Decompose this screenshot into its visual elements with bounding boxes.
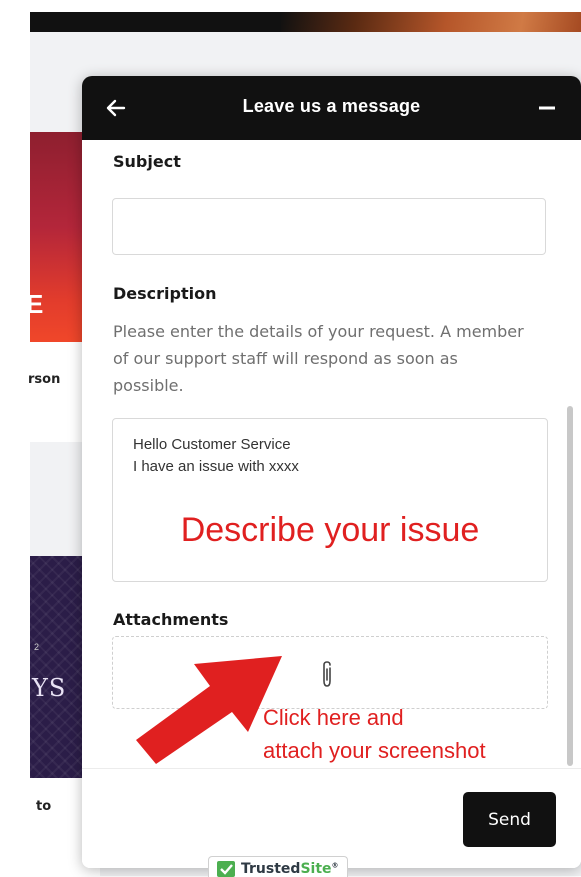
scrollbar-thumb[interactable] bbox=[567, 406, 573, 766]
subject-input[interactable] bbox=[112, 198, 546, 255]
widget-header: Leave us a message bbox=[82, 76, 581, 140]
paperclip-icon bbox=[323, 661, 331, 687]
badge-name-site: Site bbox=[300, 861, 332, 877]
top-banner-image bbox=[30, 12, 581, 32]
description-text-line: Hello Customer Service bbox=[133, 436, 291, 453]
attach-annotation-line: attach your screenshot bbox=[263, 738, 486, 763]
subject-label: Subject bbox=[113, 152, 181, 171]
send-button[interactable]: Send bbox=[463, 792, 556, 847]
attachment-dropzone[interactable] bbox=[112, 636, 548, 709]
background-caption-text[interactable]: to bbox=[36, 799, 51, 814]
describe-annotation: Describe your issue bbox=[180, 511, 480, 549]
attachments-label: Attachments bbox=[113, 610, 229, 629]
description-label: Description bbox=[113, 284, 217, 303]
background-caption-text[interactable]: rson bbox=[28, 372, 60, 387]
card-glyph: E bbox=[26, 289, 44, 319]
badge-mark: ® bbox=[331, 861, 339, 870]
description-text-line: I have an issue with xxxx bbox=[133, 458, 299, 475]
banner-texture bbox=[281, 12, 581, 32]
description-help-text: Please enter the details of your request… bbox=[113, 322, 524, 395]
checkmark-icon bbox=[217, 861, 235, 877]
widget-footer: Send bbox=[82, 768, 581, 868]
badge-text: TrustedSite® bbox=[241, 861, 339, 877]
card-title-fragment: YS bbox=[32, 674, 67, 702]
form-body: Subject Description Please enter the det… bbox=[82, 140, 581, 768]
minimize-button[interactable] bbox=[531, 92, 563, 124]
badge-name: Trusted bbox=[241, 861, 301, 877]
widget-title: Leave us a message bbox=[242, 96, 421, 116]
attach-annotation-line: Click here and bbox=[263, 705, 404, 730]
minus-icon bbox=[539, 106, 555, 110]
card-tiny-text: 2 bbox=[34, 642, 40, 652]
trusted-site-badge[interactable]: TrustedSite® bbox=[208, 856, 348, 877]
description-textarea[interactable]: Hello Customer Service I have an issue w… bbox=[112, 418, 548, 582]
